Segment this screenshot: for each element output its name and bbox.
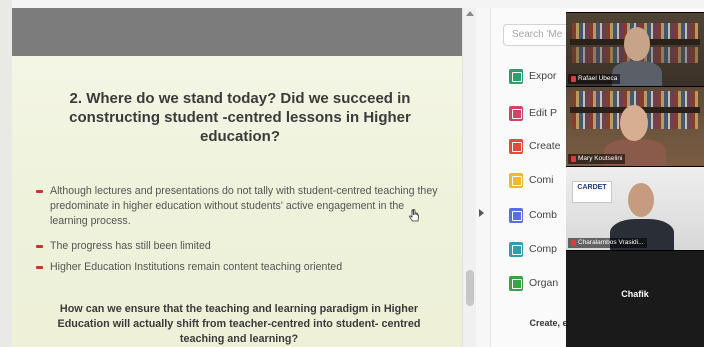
scrollbar-thumb[interactable] [466,270,474,306]
microphone-muted-icon [571,240,576,246]
tool-export-pdf[interactable]: Expor [509,66,556,86]
slide-closing-question: How can we ensure that the teaching and … [57,303,421,345]
microphone-muted-icon [571,156,576,162]
participant-video-tile[interactable]: Chafik [566,250,704,347]
participant-video-tile[interactable]: Rafael Ubeca [566,12,704,86]
tool-label: Comp [529,243,558,255]
edit-pdf-icon [509,105,523,121]
participant-name-tag: Mary Koutselini [568,154,626,164]
bullet-marker [36,245,43,248]
bullet-item: The progress has still been limited [34,239,444,254]
tool-label: Comb [529,209,558,221]
bullet-list: Although lectures and presentations do n… [34,178,444,275]
participant-name: Chafik [621,289,649,299]
bullet-item: Higher Education Institutions remain con… [34,260,444,275]
left-margin [0,0,12,347]
tool-label: Expor [529,70,557,82]
panel-divider [476,8,490,347]
bullet-marker [36,266,43,269]
tool-create-pdf[interactable]: Create [509,136,561,156]
cardet-logo: CARDET [572,181,612,203]
tool-edit-pdf[interactable]: Edit P [509,103,557,123]
bullet-item: Although lectures and presentations do n… [34,184,444,229]
tool-organize-pages[interactable]: Organ [509,273,558,293]
tool-label: Organ [529,277,559,289]
microphone-muted-icon [571,76,576,82]
participant-name-tag: Rafael Ubeca [568,74,621,84]
export-pdf-icon [509,68,523,84]
tool-label: Create [529,140,561,152]
participant-video-tile[interactable]: CARDET Charalambos Vrasidi... [566,166,704,250]
bullet-text: Higher Education Institutions remain con… [50,261,343,273]
comment-icon [509,172,523,188]
participant-head [620,105,648,141]
organize-pages-icon [509,275,523,291]
tool-label: Comi [529,174,554,186]
slide-title: 2. Where do we stand today? Did we succe… [69,90,411,145]
bullet-text: The progress has still been limited [50,240,211,252]
combine-files-icon [509,207,523,223]
compress-pdf-icon [509,241,523,257]
tool-compress-pdf[interactable]: Comp [509,239,557,259]
tool-combine-files[interactable]: Comb [509,205,557,225]
document-scrollbar[interactable] [462,8,476,347]
slide-header-band [12,8,462,56]
bullet-marker [36,190,43,193]
participant-head [628,183,654,217]
scroll-up-arrow-icon[interactable] [466,11,474,16]
collapse-panel-arrow-icon[interactable] [479,209,484,217]
screen: 2. Where do we stand today? Did we succe… [0,0,704,347]
tool-comment[interactable]: Comi [509,170,554,190]
pdf-page: 2. Where do we stand today? Did we succe… [12,8,462,347]
create-pdf-icon [509,138,523,154]
bullet-text: Although lectures and presentations do n… [50,185,438,227]
participant-head [624,27,650,61]
tool-label: Edit P [529,107,558,119]
hand-cursor-icon [409,209,419,222]
participant-video-tile[interactable]: Mary Koutselini [566,86,704,166]
participant-name-tag: Charalambos Vrasidi... [568,238,647,248]
